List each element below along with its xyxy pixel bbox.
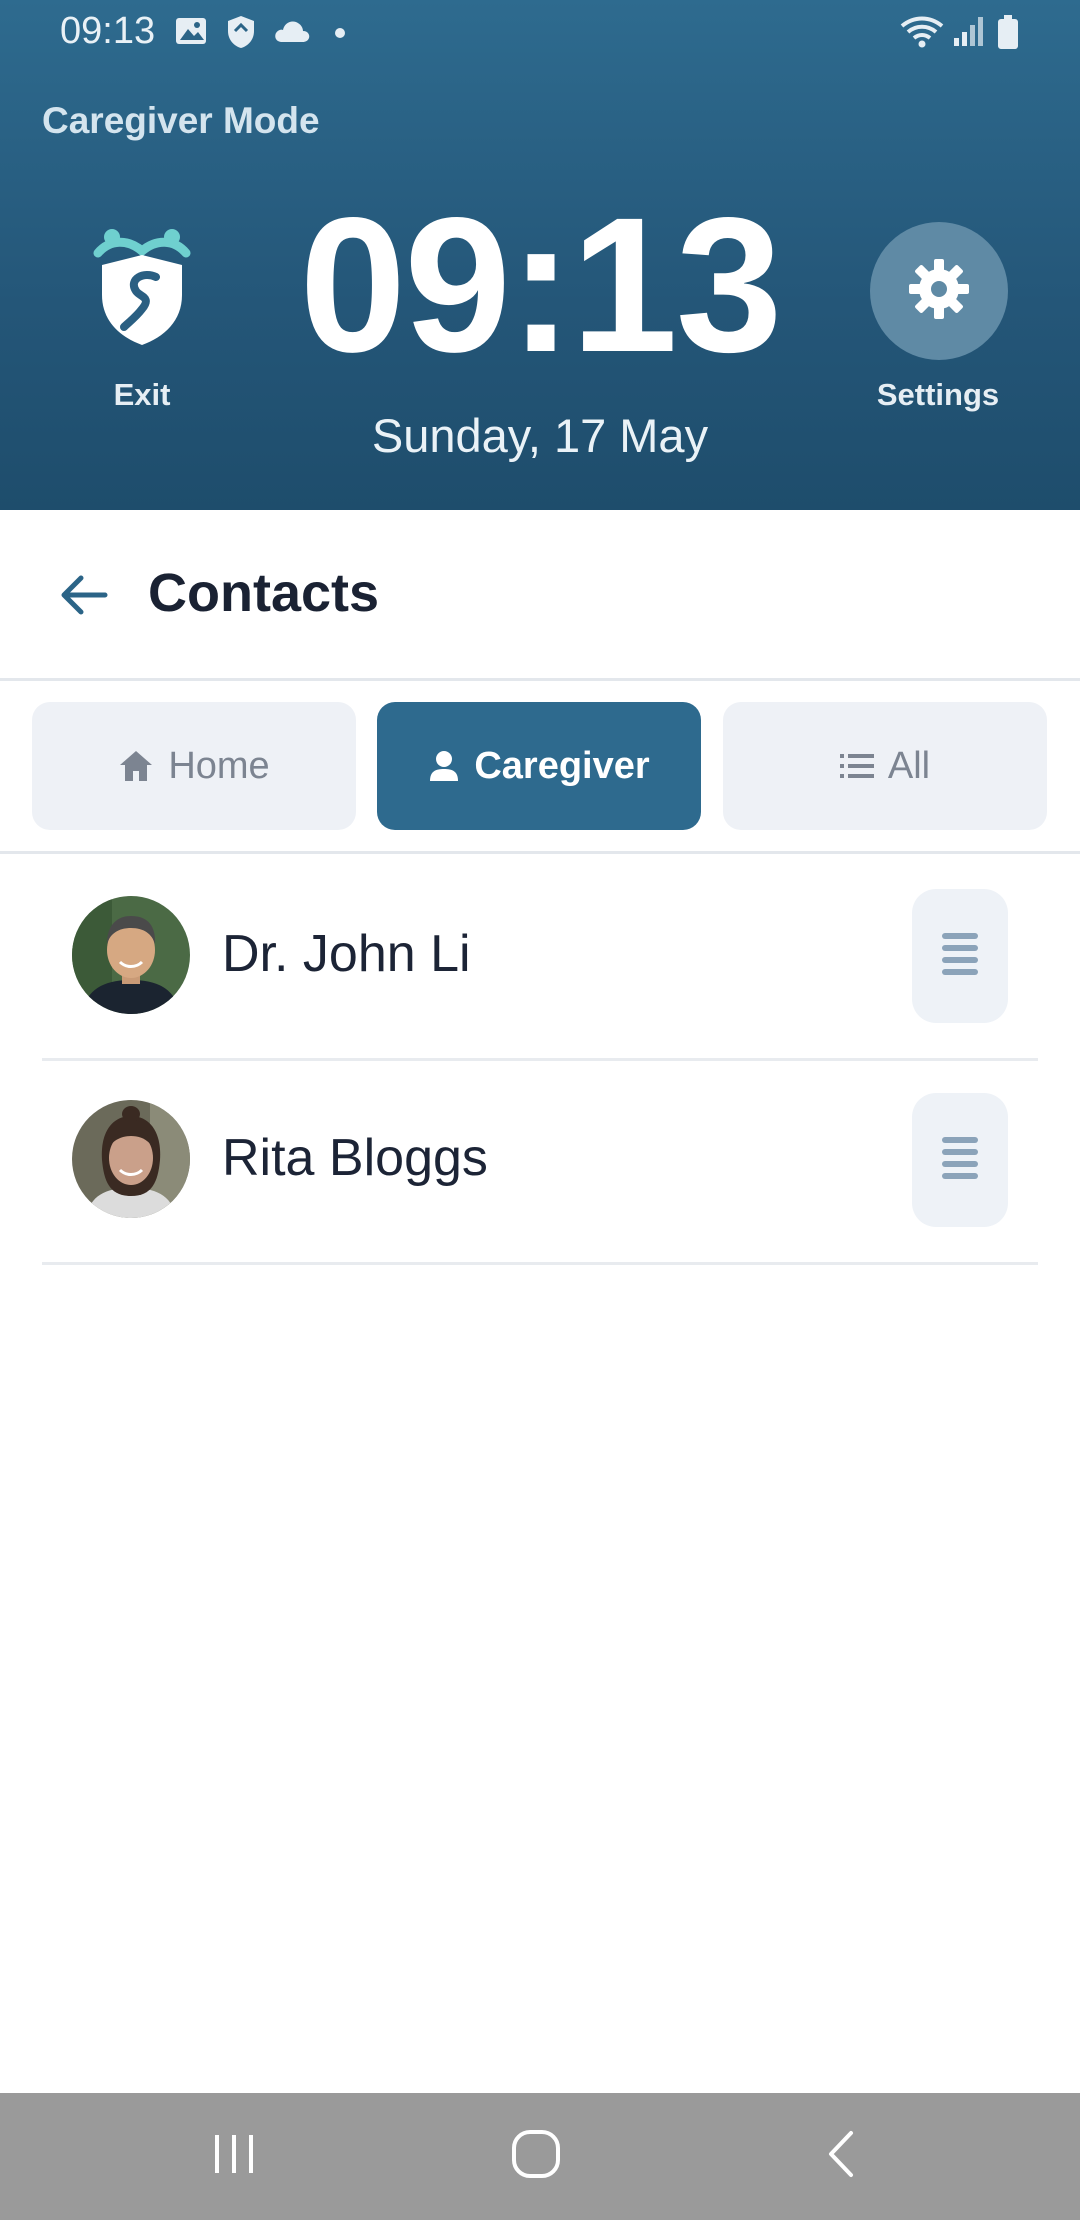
list-icon [839,753,874,779]
arrow-left-icon [59,573,109,622]
recents-icon [209,2131,259,2182]
app-logo-icon [90,229,194,351]
app-header: 09:13 Caregiver Mode Exit 09:13 Sunday, … [0,0,1080,510]
page-title: Contacts [148,563,380,623]
cloud-icon [272,18,312,49]
exit-button[interactable] [82,225,202,352]
recents-button[interactable] [184,2121,284,2191]
filter-tabs: Home Caregiver All [0,681,1080,854]
status-bar: 09:13 [0,0,1080,64]
gear-icon [907,257,971,326]
wifi-icon [900,14,944,55]
exit-label[interactable]: Exit [82,377,202,413]
settings-button[interactable] [870,222,1008,360]
contact-menu-button[interactable] [912,889,1008,1023]
tab-label: All [887,744,931,787]
gallery-icon [174,14,208,53]
chevron-left-icon [823,2129,857,2184]
tab-label: Home [168,744,270,787]
system-nav-bar [0,2093,1080,2220]
tab-label: Caregiver [474,744,650,787]
avatar [72,896,190,1014]
contact-row[interactable]: Rita Bloggs [42,1058,1038,1265]
home-nav-button[interactable] [486,2121,586,2191]
contact-row[interactable]: Dr. John Li [42,854,1038,1061]
home-icon [118,749,154,783]
date-label: Sunday, 17 May [371,409,709,462]
clock: 09:13 [299,177,782,392]
tab-caregiver[interactable]: Caregiver [377,702,701,830]
title-bar: Contacts [0,510,1080,681]
avatar [72,1100,190,1218]
contact-name: Dr. John Li [222,925,471,983]
back-button[interactable] [52,565,116,629]
menu-icon [940,1135,980,1186]
tab-home[interactable]: Home [32,702,356,830]
menu-icon [940,931,980,982]
person-icon [428,749,460,783]
dot-icon [334,26,346,44]
status-time: 09:13 [60,10,156,52]
contact-name: Rita Bloggs [222,1129,488,1187]
contact-menu-button[interactable] [912,1093,1008,1227]
home-circle-icon [510,2128,562,2185]
battery-icon [996,14,1020,55]
back-nav-button[interactable] [790,2121,890,2191]
signal-icon [952,14,986,53]
tab-all[interactable]: All [723,702,1047,830]
shield-icon [226,14,256,55]
settings-label[interactable]: Settings [858,377,1018,413]
mode-label: Caregiver Mode [42,100,320,141]
